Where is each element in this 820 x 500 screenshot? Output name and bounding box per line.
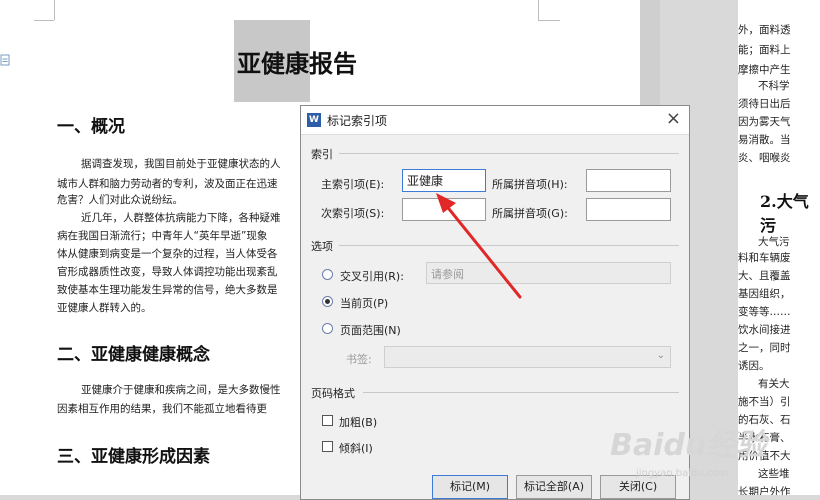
sub-pinyin-label: 所属拼音项(G): [492,207,568,220]
paragraph-line: 基因组织， [738,288,791,300]
page-format-section-label: 页码格式 [311,387,355,400]
paragraph-line: 体从健康到病变是一个复杂的过程，当人体受各 [57,248,278,260]
main-entry-label: 主索引项(E): [321,178,385,191]
watermark-logo: Baidu经验 [610,428,767,463]
bold-label[interactable]: 加粗(B) [339,414,377,430]
mark-all-button[interactable]: 标记全部(A) [516,475,592,499]
chevron-down-icon: ⌄ [656,350,665,361]
sub-entry-input[interactable] [402,198,486,221]
paragraph-line: 病在我国日渐流行；中青年人“英年早逝”现象 [57,230,268,242]
mark-button[interactable]: 标记(M) [432,475,508,499]
paragraph-line: 诱因。 [738,360,770,372]
index-section-label: 索引 [311,148,333,161]
main-pinyin-label: 所属拼音项(H): [492,178,568,191]
wps-app-icon: W [307,113,321,127]
section-heading: 三、亚健康形成因素 [57,447,210,467]
bold-checkbox[interactable] [322,415,333,426]
paragraph-line: 大、且覆盖 [738,270,791,282]
section-divider [339,245,679,246]
italic-checkbox[interactable] [322,441,333,452]
paragraph-line: 因为雾天气 [738,116,791,128]
section-heading: 二、亚健康健康概念 [57,345,210,365]
options-section-label: 选项 [311,240,333,253]
main-entry-input[interactable]: 亚健康 [402,169,486,192]
paragraph-line: 有关大 [758,378,790,390]
paragraph-line: 亚健康人群转入的。 [57,302,152,314]
section-heading: 2.大气污 [760,192,809,235]
paragraph-line: 饮水间接进 [738,324,791,336]
watermark-url: jingyan.baidu.com [636,468,729,479]
paragraph-line: 变等等…… [738,306,791,318]
cross-reference-radio[interactable] [322,269,333,280]
cross-reference-label[interactable]: 交叉引用(R): [340,268,404,284]
section-divider [339,153,679,154]
paragraph-line: 能；面料上 [738,44,791,56]
cross-reference-input[interactable]: 请参阅 [426,262,671,284]
paragraph-line: 据调查发现，我国目前处于亚健康状态的人 [81,158,281,170]
paragraph-line: 致使基本生理功能发生异常的信号，绝大多数是 [57,284,278,296]
italic-label[interactable]: 倾斜(I) [339,440,373,456]
dialog-titlebar[interactable]: W 标记索引项 × [301,106,689,135]
close-icon[interactable]: × [666,108,681,129]
current-page-label[interactable]: 当前页(P) [340,295,388,311]
sub-pinyin-input[interactable] [586,198,671,221]
main-pinyin-input[interactable] [586,169,671,192]
paragraph-line: 须待日出后 [738,98,791,110]
paragraph-line: 危害？人们对此众说纷纭。 [57,194,183,206]
crop-mark [538,0,539,20]
page-range-label[interactable]: 页面范围(N) [340,322,401,338]
paragraph-line: 这些堆 [758,468,790,480]
sub-entry-label: 次索引项(S): [321,207,385,220]
paragraph-line: 外，面料透 [738,24,791,36]
dialog-title: 标记索引项 [327,114,388,128]
crop-mark [538,20,560,21]
paragraph-line: 易消散。当 [738,134,791,146]
crop-mark [54,0,55,20]
paragraph-line: 料和车辆废 [738,252,791,264]
paragraph-line: 官形成器质性改变，导致人体调控功能出现紊乱 [57,266,278,278]
paragraph-line: 长期户外作 [738,486,791,495]
paragraph-line: 因素相互作用的结果，我们不能孤立地看待更 [57,403,267,415]
paragraph-line: 之一，同时 [738,342,791,354]
paragraph-line: 炎、咽喉炎 [738,152,791,164]
paragraph-line: 亚健康介于健康和疾病之间，是大多数慢性 [81,384,281,396]
section-divider [363,392,679,393]
page-range-radio[interactable] [322,323,333,334]
document-icon[interactable] [0,54,10,66]
crop-mark [34,20,54,21]
paragraph-line: 近几年，人群整体抗病能力下降，各种疑难 [81,212,281,224]
bookmark-label: 书签: [346,353,372,366]
paragraph-line: 施不当）引 [738,396,791,408]
section-heading: 一、概况 [57,117,125,137]
document-title[interactable]: 亚健康报告 [237,44,357,79]
bookmark-select[interactable]: ⌄ [384,346,671,368]
current-page-radio[interactable] [322,296,333,307]
paragraph-line: 不科学 [758,80,790,92]
